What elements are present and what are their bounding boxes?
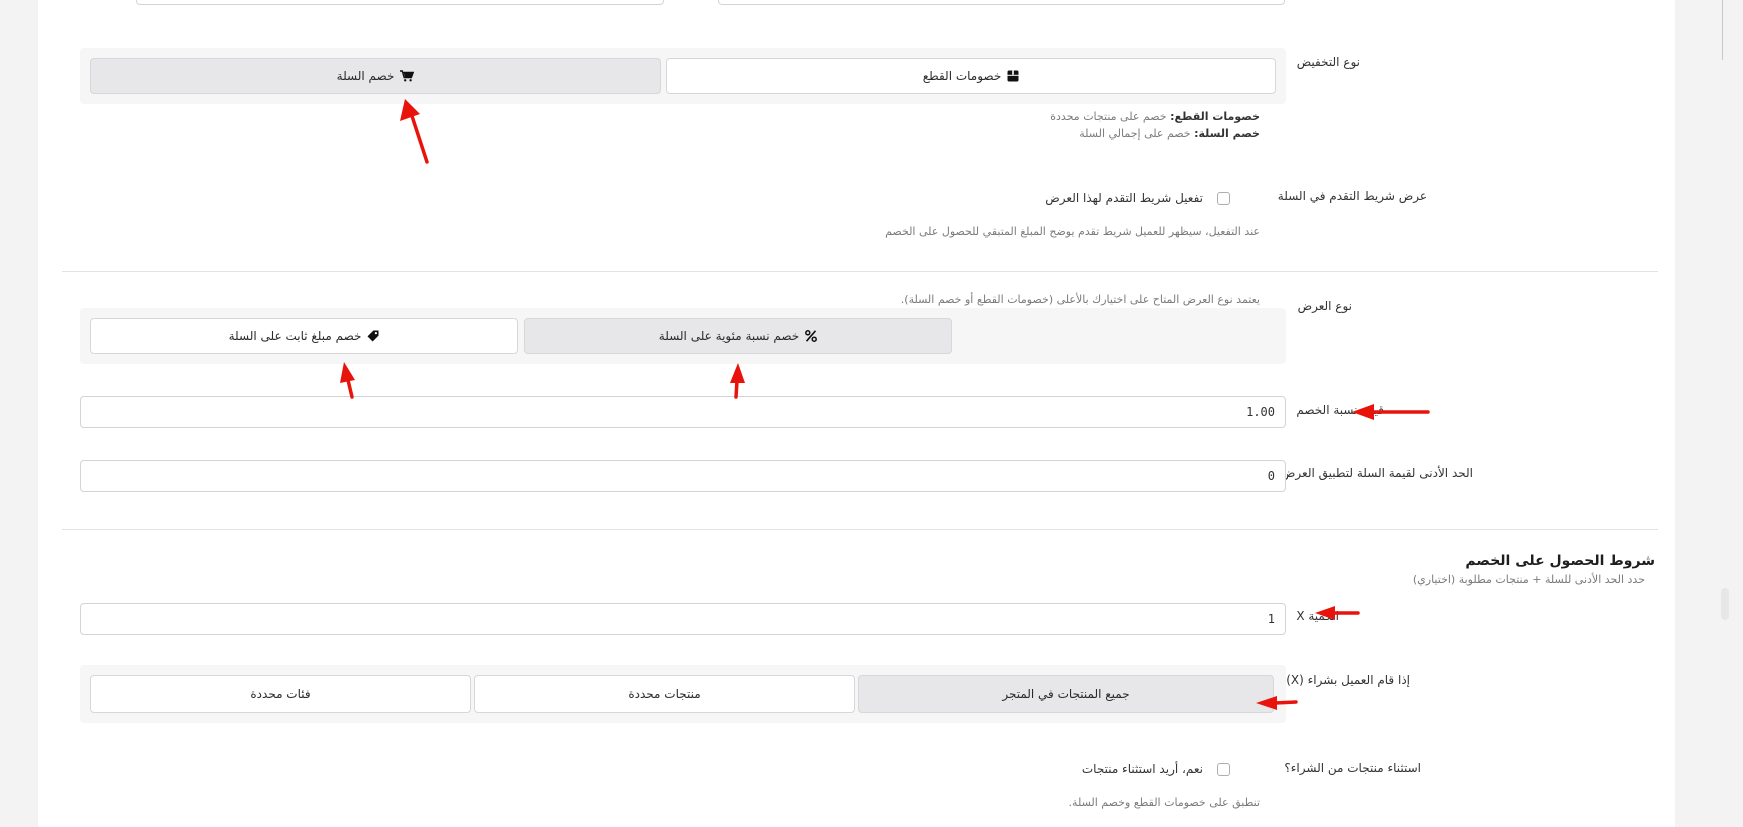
percent-cart-discount-label: خصم نسبة مئوية على السلة bbox=[658, 329, 800, 343]
specific-products-button[interactable]: منتجات محددة bbox=[474, 675, 855, 713]
specific-products-label: منتجات محددة bbox=[628, 687, 701, 701]
purchase-scope-label: إذا قام العميل بشراء (X) bbox=[1286, 673, 1410, 687]
discount-type-help-cart: خصم السلة: خصم على إجمالي السلة bbox=[1079, 127, 1260, 140]
cart-desc: خصم على إجمالي السلة bbox=[1079, 127, 1191, 140]
discount-type-label: نوع التخفيض bbox=[1296, 55, 1360, 69]
offer-settings-form: نوع التخفيض خصم السلة خصومات القطع خصوما… bbox=[38, 0, 1675, 827]
items-desc: خصم على منتجات محددة bbox=[1050, 110, 1167, 123]
quantity-label: الكمية X bbox=[1296, 609, 1339, 623]
min-cart-input[interactable] bbox=[80, 460, 1286, 492]
progress-bar-checkbox-label: تفعيل شريط التقدم لهذا العرض bbox=[1045, 191, 1203, 205]
cart-term: خصم السلة: bbox=[1194, 127, 1260, 140]
fixed-cart-discount-label: خصم مبلغ ثابت على السلة bbox=[228, 329, 362, 343]
exclude-checkbox-label: نعم، أريد استثناء منتجات bbox=[1081, 762, 1203, 776]
conditions-subtitle: حدد الحد الأدنى للسلة + منتجات مطلوبة (ا… bbox=[1412, 573, 1645, 586]
cart-icon bbox=[400, 70, 415, 82]
conditions-title: شروط الحصول على الخصم bbox=[1465, 553, 1655, 569]
scroll-track-line bbox=[1722, 0, 1723, 60]
page-scrollbar[interactable] bbox=[1719, 0, 1729, 827]
offer-type-help: يعتمد نوع العرض المتاح على اختيارك بالأع… bbox=[900, 293, 1260, 306]
exclude-label: استثناء منتجات من الشراء؟ bbox=[1284, 761, 1421, 775]
scroll-thumb[interactable] bbox=[1721, 588, 1729, 620]
discount-type-help-items: خصومات القطع: خصم على منتجات محددة bbox=[1050, 110, 1260, 123]
fixed-cart-discount-button[interactable]: خصم مبلغ ثابت على السلة bbox=[90, 318, 518, 354]
percent-icon bbox=[805, 330, 818, 342]
discount-value-label: قيمة نسبة الخصم bbox=[1296, 403, 1384, 417]
all-products-label: جميع المنتجات في المتجر bbox=[1002, 687, 1130, 701]
quantity-input[interactable] bbox=[80, 603, 1286, 635]
min-cart-label: الحد الأدنى لقيمة السلة لتطبيق العرض bbox=[1280, 466, 1473, 480]
section-divider-2 bbox=[62, 529, 1658, 530]
progress-bar-help: عند التفعيل، سيظهر للعميل شريط تقدم يوضح… bbox=[885, 225, 1260, 238]
item-discounts-button[interactable]: خصومات القطع bbox=[666, 58, 1276, 94]
cart-discount-button[interactable]: خصم السلة bbox=[90, 58, 661, 94]
offer-type-label: نوع العرض bbox=[1297, 299, 1352, 313]
discount-value-input[interactable] bbox=[80, 396, 1286, 428]
exclude-checkbox[interactable] bbox=[1217, 763, 1230, 776]
progress-bar-label: عرض شريط التقدم في السلة bbox=[1277, 189, 1427, 203]
top-input-left[interactable] bbox=[136, 0, 664, 5]
specific-categories-button[interactable]: فئات محددة bbox=[90, 675, 471, 713]
box-icon bbox=[1007, 70, 1019, 82]
tag-icon bbox=[367, 330, 379, 342]
item-discounts-label: خصومات القطع bbox=[922, 69, 1002, 83]
exclude-help: تنطبق على خصومات القطع وخصم السلة. bbox=[1068, 796, 1260, 809]
items-term: خصومات القطع: bbox=[1170, 110, 1260, 123]
all-products-button[interactable]: جميع المنتجات في المتجر bbox=[858, 675, 1274, 713]
top-input-right[interactable] bbox=[718, 0, 1285, 5]
cart-discount-label: خصم السلة bbox=[336, 69, 395, 83]
specific-categories-label: فئات محددة bbox=[250, 687, 311, 701]
progress-bar-checkbox[interactable] bbox=[1217, 192, 1230, 205]
percent-cart-discount-button[interactable]: خصم نسبة مئوية على السلة bbox=[524, 318, 952, 354]
section-divider-1 bbox=[62, 271, 1658, 272]
